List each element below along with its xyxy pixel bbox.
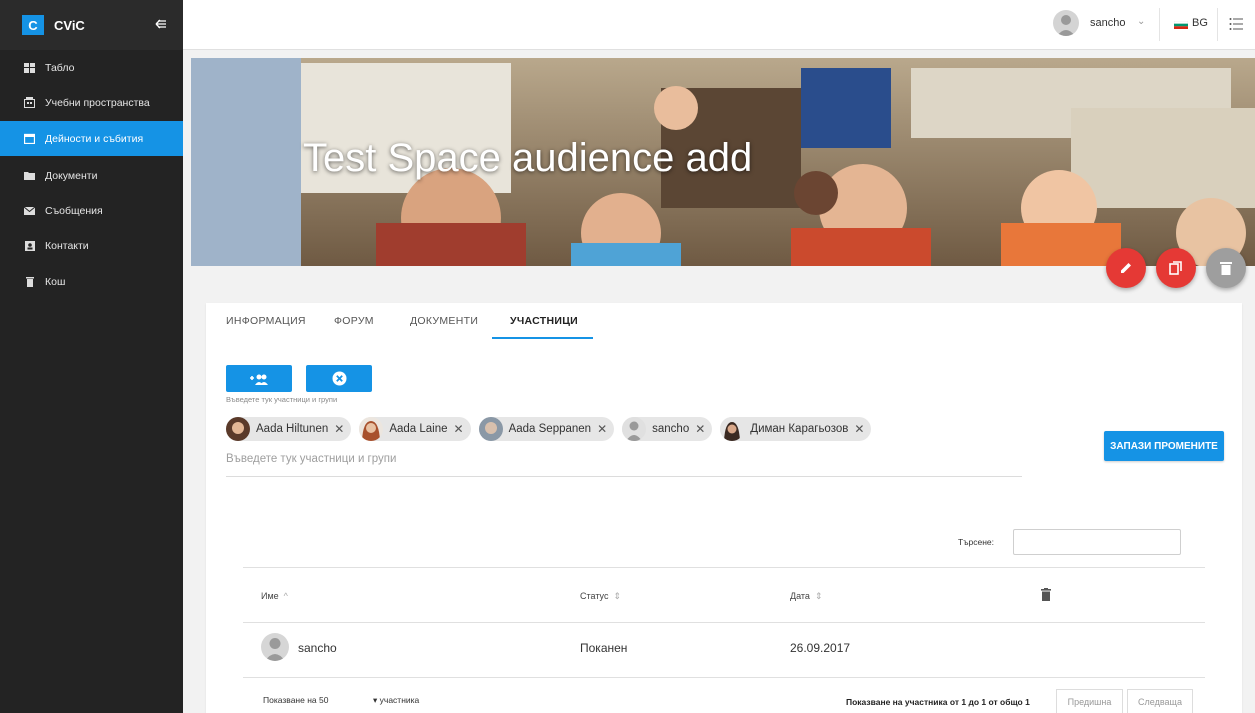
sort-icon: ⇕: [613, 591, 621, 601]
folder-icon: [24, 170, 35, 181]
avatar: [359, 417, 384, 441]
sidebar-item-label: Кош: [45, 275, 66, 288]
participant-chip[interactable]: sancho ✕: [622, 417, 713, 441]
tab-documents[interactable]: ДОКУМЕНТИ: [410, 315, 478, 327]
participant-chip[interactable]: Aada Seppanen ✕: [478, 417, 615, 441]
avatar: [261, 633, 289, 661]
remove-chip-icon[interactable]: ✕: [854, 422, 864, 436]
avatar: [478, 417, 503, 441]
page-size-value[interactable]: 50: [319, 695, 328, 705]
sidebar-item-label: Табло: [45, 61, 75, 74]
previous-page-button[interactable]: Предишна: [1056, 689, 1123, 713]
search-label: Търсене:: [958, 537, 994, 547]
chevron-down-icon[interactable]: ⌄: [1137, 16, 1145, 27]
pencil-icon: [1121, 263, 1131, 273]
page-size-select[interactable]: ▾ участника: [373, 695, 419, 706]
sidebar-item-contacts[interactable]: Контакти: [0, 228, 183, 263]
tab-information[interactable]: ИНФОРМАЦИЯ: [226, 315, 306, 327]
app-brand[interactable]: CViC: [54, 18, 85, 33]
sidebar-item-trash[interactable]: Кош: [0, 264, 183, 299]
divider: [243, 677, 1205, 678]
sort-asc-icon: ^: [283, 591, 288, 601]
dashboard-icon: [24, 62, 35, 73]
duplicate-button[interactable]: [1156, 248, 1196, 288]
chip-label: Aada Laine: [389, 423, 448, 435]
sidebar-item-learning-spaces[interactable]: Учебни пространства: [0, 85, 183, 120]
user-avatar[interactable]: [1053, 10, 1079, 36]
space-title: Test Space audience add: [303, 136, 753, 180]
sidebar-item-label: Контакти: [45, 239, 89, 252]
top-bar: sancho ⌄ BG: [183, 0, 1255, 50]
active-tab-indicator: [492, 337, 593, 339]
divider: [243, 567, 1205, 568]
divider: [1159, 8, 1160, 41]
delete-all-icon[interactable]: [1041, 588, 1051, 601]
add-group-icon: [250, 374, 268, 385]
audience-input[interactable]: Въведете тук участници и групи: [226, 449, 1022, 477]
calendar-icon: [24, 133, 35, 144]
remove-chip-icon[interactable]: ✕: [695, 422, 705, 436]
sidebar: C CViC Табло Учебни пространства Дейност…: [0, 0, 183, 713]
tab-forum[interactable]: ФОРУМ: [334, 315, 374, 327]
participant-chip[interactable]: Aada Hiltunen ✕: [226, 417, 352, 441]
contact-card-icon: [24, 240, 35, 251]
participants-card: ИНФОРМАЦИЯ ФОРУМ ДОКУМЕНТИ УЧАСТНИЦИ Във…: [206, 303, 1242, 713]
row-status: Поканен: [580, 641, 628, 655]
sidebar-item-documents[interactable]: Документи: [0, 158, 183, 193]
building-icon: [24, 97, 35, 108]
language-selector[interactable]: BG: [1192, 17, 1208, 29]
row-date: 26.09.2017: [790, 641, 851, 655]
add-participants-button[interactable]: [226, 365, 292, 392]
list-menu-icon[interactable]: [1229, 17, 1243, 31]
tab-participants[interactable]: УЧАСТНИЦИ: [510, 315, 578, 327]
trash-icon: [1220, 262, 1232, 275]
sidebar-item-label: Учебни пространства: [45, 96, 150, 109]
participant-chip[interactable]: Диман Карагьозов ✕: [720, 417, 872, 441]
next-page-button[interactable]: Следваща: [1127, 689, 1193, 713]
sidebar-item-label: Дейности и събития: [45, 132, 144, 145]
search-input[interactable]: [1013, 529, 1181, 555]
column-header-date[interactable]: Дата ⇕: [790, 591, 822, 602]
save-changes-button[interactable]: ЗАПАЗИ ПРОМЕНИТЕ: [1104, 431, 1224, 461]
sidebar-item-dashboard[interactable]: Табло: [0, 50, 183, 85]
chip-label: Aada Hiltunen: [256, 423, 329, 435]
app-logo[interactable]: C: [22, 15, 44, 35]
user-name[interactable]: sancho: [1090, 17, 1125, 29]
audience-hint: Въведете тук участници и групи: [226, 395, 338, 404]
participant-chip[interactable]: Aada Laine ✕: [359, 417, 471, 441]
remove-chip-icon[interactable]: ✕: [334, 422, 344, 436]
column-header-name[interactable]: Име ^: [261, 591, 288, 601]
sidebar-item-label: Документи: [45, 169, 98, 182]
chip-label: Aada Seppanen: [508, 423, 592, 435]
clear-participants-button[interactable]: [306, 365, 372, 392]
sidebar-item-label: Съобщения: [45, 204, 103, 217]
chip-label: sancho: [652, 423, 690, 435]
collapse-sidebar-icon[interactable]: [155, 17, 167, 31]
sort-icon: ⇕: [814, 591, 823, 601]
avatar: [720, 417, 745, 441]
divider: [1217, 8, 1218, 41]
envelope-icon: [24, 205, 35, 216]
column-header-status[interactable]: Статус ⇕: [580, 591, 621, 602]
chip-label: Диман Карагьозов: [750, 423, 849, 435]
space-banner-image: Test Space audience add: [191, 58, 1255, 266]
edit-button[interactable]: [1106, 248, 1146, 288]
sidebar-item-activities[interactable]: Дейности и събития: [0, 121, 183, 156]
avatar: [622, 417, 647, 441]
remove-chip-icon[interactable]: ✕: [454, 422, 464, 436]
bulgarian-flag-icon[interactable]: [1174, 21, 1188, 29]
avatar: [226, 417, 250, 441]
divider: [243, 622, 1205, 623]
pagination-info: Показване на участника от 1 до 1 от общо…: [846, 697, 1030, 707]
copy-icon: [1169, 261, 1182, 275]
row-name[interactable]: sancho: [298, 641, 337, 655]
remove-chip-icon[interactable]: ✕: [597, 422, 607, 436]
sidebar-header: C CViC: [0, 0, 183, 50]
participant-chips: Aada Hiltunen ✕ Aada Laine ✕ Aada Seppan…: [226, 417, 872, 441]
delete-space-button[interactable]: [1206, 248, 1246, 288]
trash-icon: [24, 276, 35, 287]
sidebar-item-messages[interactable]: Съобщения: [0, 193, 183, 228]
close-circle-icon: [332, 371, 346, 386]
page-size-label: Показване на 50: [263, 695, 329, 705]
